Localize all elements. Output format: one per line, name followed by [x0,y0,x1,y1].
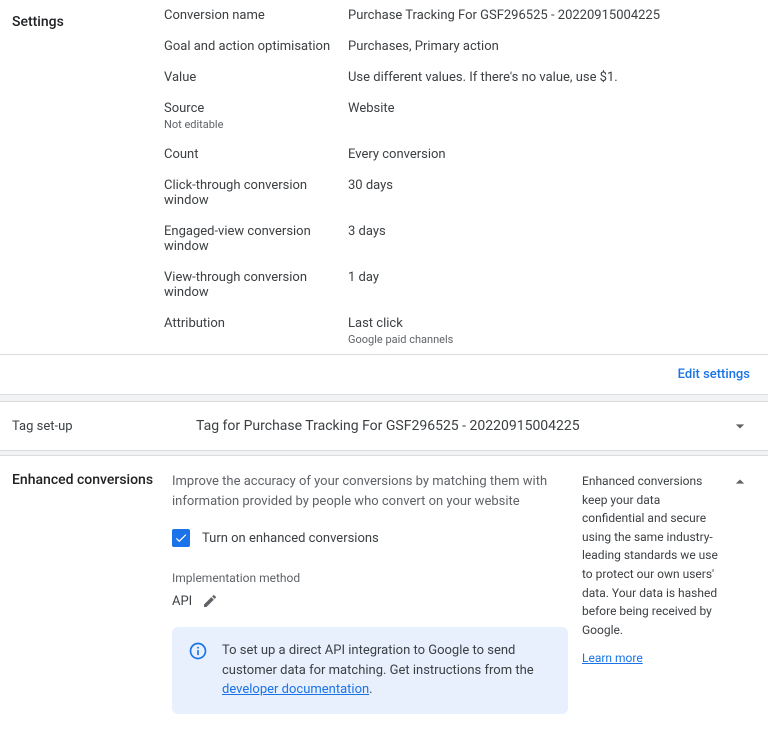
settings-heading: Settings [12,0,164,354]
settings-row-subvalue: Google paid channels [348,333,756,346]
checkmark-icon [174,531,188,545]
settings-row: Engaged-view conversion window3 days [164,216,756,262]
enhanced-side-text: Enhanced conversions keep your data conf… [582,472,750,639]
settings-row-value: 1 day [348,270,756,300]
enhanced-heading: Enhanced conversions [12,472,172,714]
settings-row-label: Conversion name [164,8,348,23]
settings-row-label: Value [164,70,348,85]
enhanced-side-panel: Enhanced conversions keep your data conf… [582,472,750,714]
edit-settings-link[interactable]: Edit settings [678,367,750,382]
settings-row-value: Website [348,101,756,131]
enhanced-description: Improve the accuracy of your conversions… [172,472,568,511]
settings-row: ValueUse different values. If there's no… [164,62,756,93]
settings-row-value: Last clickGoogle paid channels [348,316,756,346]
learn-more-link[interactable]: Learn more [582,651,643,665]
info-text-pre: To set up a direct API integration to Go… [222,643,534,678]
settings-rows: Conversion namePurchase Tracking For GSF… [164,0,756,354]
settings-row: Click-through conversion window30 days [164,170,756,216]
settings-row-value: Purchase Tracking For GSF296525 - 202209… [348,8,756,23]
settings-section: Settings Conversion namePurchase Trackin… [0,0,768,354]
implementation-method-row: API [172,593,568,609]
settings-row-label: SourceNot editable [164,101,348,131]
settings-row-label: Attribution [164,316,348,346]
info-text-post: . [369,682,372,697]
enhanced-checkbox-label: Turn on enhanced conversions [202,531,379,546]
settings-row-value: 3 days [348,224,756,254]
settings-row-label: Count [164,147,348,162]
info-icon [188,641,208,661]
settings-row: CountEvery conversion [164,139,756,170]
chevron-down-icon[interactable] [730,416,750,436]
settings-row: View-through conversion window1 day [164,262,756,308]
implementation-method-value: API [172,594,192,609]
implementation-method-label: Implementation method [172,571,568,585]
settings-row-value: Every conversion [348,147,756,162]
tag-setup-title: Tag for Purchase Tracking For GSF296525 … [196,418,730,434]
settings-row-value: Purchases, Primary action [348,39,756,54]
enhanced-checkbox-row: Turn on enhanced conversions [172,529,568,547]
settings-row: Goal and action optimisationPurchases, P… [164,31,756,62]
edit-settings-bar: Edit settings [0,355,768,394]
info-box: To set up a direct API integration to Go… [172,627,568,714]
edit-icon[interactable] [202,593,218,609]
tag-setup-heading: Tag set-up [12,419,196,434]
developer-documentation-link[interactable]: developer documentation [222,682,369,697]
enhanced-conversions-section: Enhanced conversions Improve the accurac… [0,456,768,734]
settings-row: SourceNot editableWebsite [164,93,756,139]
chevron-up-icon[interactable] [730,472,750,492]
settings-row-sublabel: Not editable [164,118,348,131]
section-gap [0,394,768,402]
enhanced-checkbox[interactable] [172,529,190,547]
settings-row-label: View-through conversion window [164,270,348,300]
tag-setup-section[interactable]: Tag set-up Tag for Purchase Tracking For… [0,402,768,450]
settings-row-value: Use different values. If there's no valu… [348,70,756,85]
settings-row: Conversion namePurchase Tracking For GSF… [164,0,756,31]
settings-row: AttributionLast clickGoogle paid channel… [164,308,756,354]
info-text: To set up a direct API integration to Go… [222,641,552,700]
enhanced-main: Improve the accuracy of your conversions… [172,472,582,714]
settings-row-value: 30 days [348,178,756,208]
settings-row-label: Goal and action optimisation [164,39,348,54]
settings-row-label: Engaged-view conversion window [164,224,348,254]
settings-row-label: Click-through conversion window [164,178,348,208]
